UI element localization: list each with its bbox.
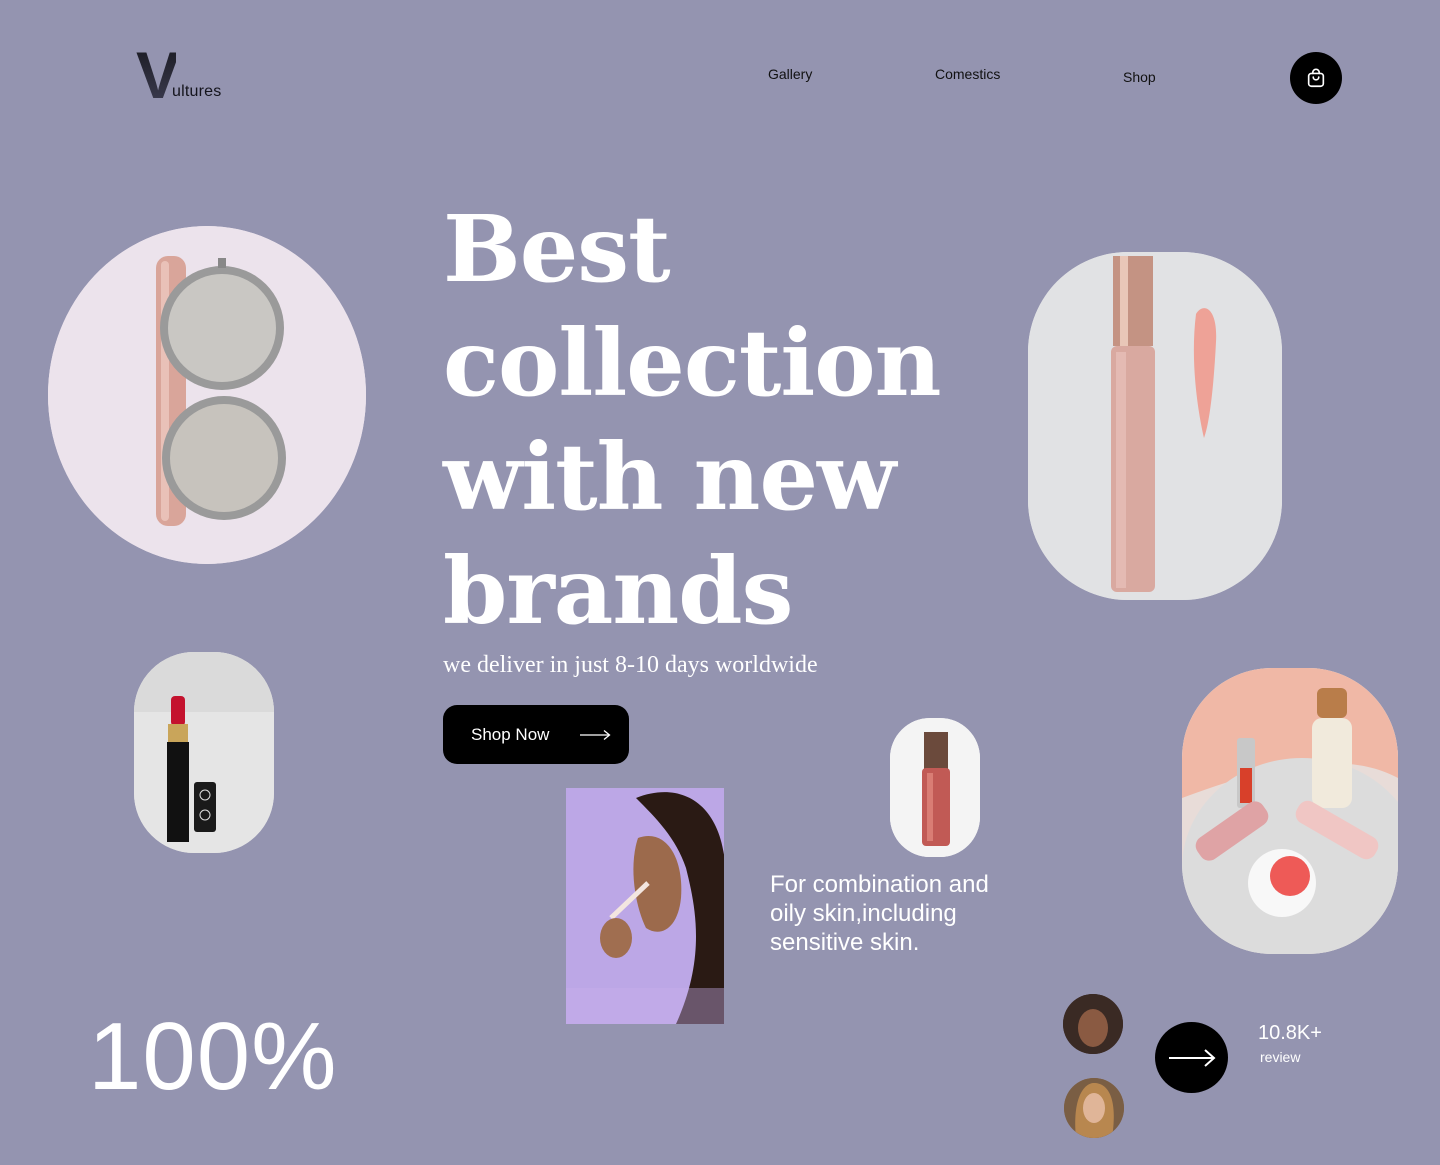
reviews-count: 10.8K+: [1258, 1022, 1322, 1044]
shop-now-button[interactable]: Shop Now: [443, 705, 629, 764]
qream-bottle-image: [890, 718, 980, 857]
shopping-bag-icon: [1307, 68, 1325, 88]
nav-gallery[interactable]: Gallery: [768, 66, 812, 82]
hero-title-line: Best: [443, 195, 671, 303]
nav-shop[interactable]: Shop: [1123, 69, 1156, 85]
brand-logo[interactable]: V ultures: [136, 38, 256, 112]
reviews-arrow-button[interactable]: [1155, 1022, 1228, 1093]
logo-initial: V: [136, 38, 180, 112]
hero-title: Best collection with new brands: [443, 192, 963, 648]
arrow-right-icon: [1168, 1048, 1216, 1067]
compact-mirror-image: [48, 226, 366, 564]
cosmetic-products-image: [1182, 668, 1398, 954]
logo-wordmark: ultures: [172, 83, 222, 100]
hero-title-line: with new: [443, 423, 896, 531]
satisfaction-percent: 100%: [88, 1003, 338, 1110]
skin-type-description: For combination and oily skin,including …: [770, 871, 989, 956]
model-portrait-image: [566, 788, 724, 1024]
arrow-right-icon: [580, 729, 611, 740]
lipstick-image: [134, 652, 274, 853]
hero-title-line: brands: [443, 537, 793, 645]
hero-title-line: collection: [443, 309, 942, 417]
shop-now-label: Shop Now: [471, 724, 550, 744]
reviews-label: review: [1260, 1049, 1301, 1065]
cart-button[interactable]: [1290, 52, 1342, 104]
lip-gloss-image: [1028, 252, 1282, 600]
hero-subtitle: we deliver in just 8-10 days worldwide: [443, 652, 818, 678]
reviewer-avatar: [1063, 994, 1123, 1054]
reviewer-avatar: [1064, 1078, 1124, 1138]
nav-cosmetics[interactable]: Comestics: [935, 66, 1000, 82]
